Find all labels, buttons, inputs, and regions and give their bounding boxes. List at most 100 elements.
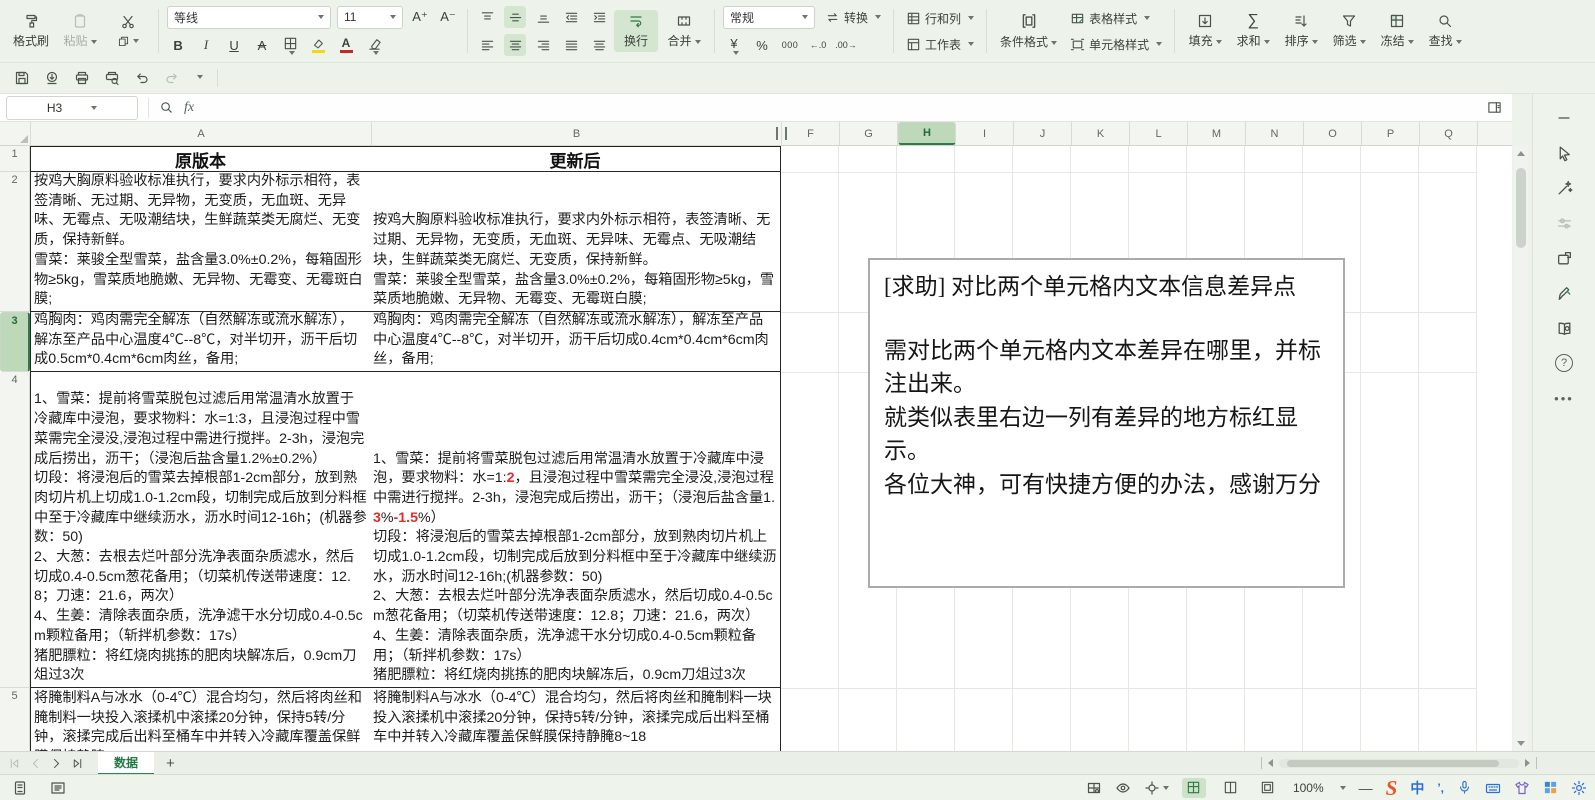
align-top-button[interactable] [476,6,498,28]
undo-button[interactable] [134,70,150,86]
zoom-out-icon[interactable]: — [1359,780,1373,796]
font-name-select[interactable]: 等线 [167,5,332,29]
sum-button[interactable]: ∑ 求和 [1231,10,1275,52]
previous-sheet-button[interactable] [29,757,42,770]
floating-text-box[interactable]: [求助] 对比两个单元格内文本信息差异点 需对比两个单元格内文本差异在哪里，并标注… [868,258,1345,588]
distributed-button[interactable] [588,34,610,56]
bold-button[interactable]: B [167,34,189,56]
normal-view-button[interactable] [1181,777,1206,798]
quickbar-more-button[interactable] [194,69,203,87]
redo-button[interactable] [164,70,180,86]
cell-B1[interactable]: 更新后 [370,146,781,172]
currency-format-button[interactable]: ¥ [723,34,745,56]
column-header-L[interactable]: L [1130,122,1188,145]
sort-button[interactable]: 排序 [1279,10,1323,52]
book-search-icon[interactable] [1554,318,1574,338]
vertical-scrollbar[interactable] [1514,146,1528,751]
status-doc-icon[interactable] [12,780,28,796]
row-header-1[interactable]: 1 [0,146,30,172]
name-box[interactable]: H3 [6,95,138,120]
adjust-sliders-icon[interactable] [1554,213,1574,233]
shrink-font-button[interactable]: A⁻ [437,6,459,28]
scroll-left-arrow[interactable] [1268,759,1273,767]
sheet-tab-active[interactable]: 数据 [98,751,155,775]
chevron-down-icon[interactable] [1339,785,1346,790]
percent-format-button[interactable]: % [751,34,773,56]
locate-cell-icon[interactable] [1144,780,1169,796]
increase-indent-button[interactable] [588,6,610,28]
ime-skin-icon[interactable] [1514,780,1530,796]
fill-button[interactable]: 填充 [1183,10,1227,52]
align-middle-button[interactable] [504,6,527,28]
column-header-K[interactable]: K [1072,122,1130,145]
align-bottom-button[interactable] [532,6,554,28]
ime-punctuation-icon[interactable]: ’, [1437,781,1444,795]
next-sheet-button[interactable] [50,757,63,770]
cell-display-icon[interactable] [1086,780,1102,796]
row-header-3[interactable]: 3 [0,312,30,372]
column-header-G[interactable]: G [840,122,898,145]
ime-keyboard-icon[interactable] [1485,780,1501,796]
shape-window-icon[interactable] [1554,248,1574,268]
column-header-A[interactable]: A [31,122,372,145]
magic-wand-icon[interactable] [1554,178,1574,198]
reading-view-eye-icon[interactable] [1115,780,1131,796]
align-right-button[interactable] [532,34,554,56]
font-size-select[interactable]: 11 [337,5,404,29]
italic-button[interactable]: I [195,34,217,56]
task-pane-icon[interactable] [1487,100,1502,115]
column-header-F[interactable]: F [782,122,840,145]
hidden-columns-marker[interactable] [776,127,787,140]
cell-B3[interactable]: 鸡胸肉：鸡肉需完全解冻（自然解冻或流水解冻），解冻至产品中心温度4℃--8℃，对… [370,312,781,372]
rows-and-columns-button[interactable]: 行和列 [902,7,978,29]
cell-style-button[interactable]: 单元格样式 [1066,33,1166,55]
column-header-Q[interactable]: Q [1420,122,1478,145]
save-button[interactable] [14,70,30,86]
cell-A1[interactable]: 原版本 [30,146,371,172]
sheet-grid[interactable]: 12345 原版本 更新后 按鸡大胸原料验收标准执行，要求内外标示相符，表签清晰… [0,146,1512,751]
cell-B2[interactable]: 按鸡大胸原料验收标准执行，要求内外标示相符，表签清晰、无过期、无异物，无变质，无… [370,172,781,312]
underline-button[interactable]: U [223,34,245,56]
column-header-N[interactable]: N [1246,122,1304,145]
vertical-scroll-thumb[interactable] [1516,168,1526,248]
print-preview-button[interactable] [104,70,120,86]
column-header-M[interactable]: M [1188,122,1246,145]
cut-copy-button[interactable] [106,11,150,50]
grow-font-button[interactable]: A⁺ [409,6,431,28]
cell-A2[interactable]: 按鸡大胸原料验收标准执行，要求内外标示相符，表签清晰、无过期、无异物，无变质，无… [30,172,371,312]
collapse-sidebar-icon[interactable] [1554,108,1574,128]
horizontal-scroll-thumb[interactable] [1287,759,1499,767]
scroll-right-arrow[interactable] [1525,759,1530,767]
formula-search-icon[interactable] [159,100,174,115]
number-format-select[interactable]: 常规 [723,5,816,29]
cursor-select-icon[interactable] [1554,143,1574,163]
cell-B4[interactable]: 1、雪菜：提前将雪菜脱包过滤后用常温清水放置于冷藏库中浸泡，要求物料：水=1:2… [370,372,781,688]
column-header-B[interactable]: B [372,122,782,145]
format-painter-button[interactable]: 格式刷 [8,10,54,52]
convert-button[interactable]: 转换 [821,6,885,28]
merge-cells-button[interactable]: 合并 [662,10,706,52]
thousands-separator-button[interactable]: 000 [779,34,801,56]
borders-button[interactable] [279,34,301,56]
first-sheet-button[interactable] [8,757,21,770]
print-button[interactable] [74,70,90,86]
scroll-up-arrow[interactable] [1517,151,1525,156]
align-center-button[interactable] [504,34,527,56]
horizontal-scrollbar[interactable] [1261,757,1537,769]
page-break-view-button[interactable] [1219,778,1243,798]
align-left-button[interactable] [476,34,498,56]
worksheet-button[interactable]: 工作表 [902,33,978,55]
zoom-level[interactable]: 100% [1293,781,1324,795]
status-outline-icon[interactable] [50,780,66,796]
cell-B5[interactable]: 将腌制料A与冰水（0-4℃）混合均匀，然后将肉丝和腌制料一块投入滚揉机中滚揉20… [370,688,781,751]
ime-settings-icon[interactable] [1571,780,1587,796]
insert-function-button[interactable]: fx [184,100,194,116]
increase-decimal-button[interactable]: ←.0 [807,34,829,56]
ime-toolbox-icon[interactable] [1543,780,1558,795]
export-button[interactable] [44,70,60,86]
strikethrough-button[interactable]: A [251,34,273,56]
find-button[interactable]: 查找 [1423,10,1467,52]
paste-button[interactable]: 粘贴 [58,10,102,52]
column-header-O[interactable]: O [1304,122,1362,145]
highlight-color-button[interactable] [307,34,329,56]
